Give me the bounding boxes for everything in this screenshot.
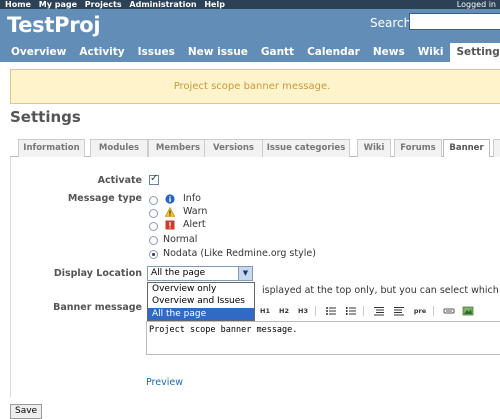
display-location-select[interactable]: All the page ▼: [147, 266, 253, 281]
display-location-label: Display Location: [53, 268, 142, 279]
message-type-normal-label: Normal: [163, 234, 198, 245]
toolbar-h2-button[interactable]: H2: [277, 304, 291, 318]
save-button[interactable]: Save: [10, 404, 43, 419]
activate-checkbox[interactable]: ✓: [149, 173, 159, 185]
display-location-dropdown: Overview only Overview and Issues All th…: [147, 282, 255, 321]
settings-tab-versions[interactable]: Versions: [204, 139, 263, 157]
message-type-nodata-label: Nodata (Like Redmine.org style): [163, 248, 316, 259]
message-type-warn-label: Warn: [183, 206, 208, 217]
settings-tab-members[interactable]: Members: [148, 139, 208, 157]
bulleted-list-icon[interactable]: [324, 304, 338, 318]
banner-message-label: Banner message: [53, 302, 142, 313]
toolbar-separator: [433, 306, 434, 316]
tab-news[interactable]: News: [367, 43, 411, 62]
activate-label: Activate: [97, 175, 142, 186]
tab-settings[interactable]: Settings: [450, 43, 500, 62]
toolbar-separator: [363, 306, 364, 316]
unquote-icon[interactable]: [392, 304, 406, 318]
quote-icon[interactable]: [372, 304, 386, 318]
settings-tab-banner[interactable]: Banner: [443, 139, 490, 158]
toolbar-h1-button[interactable]: H1: [258, 304, 272, 318]
tab-issues[interactable]: Issues: [132, 43, 181, 62]
top-menu-help[interactable]: Help: [204, 0, 225, 9]
message-type-info-radio[interactable]: [149, 196, 158, 205]
toolbar-h3-button[interactable]: H3: [296, 304, 310, 318]
settings-tab-wiki[interactable]: Wiki: [357, 139, 391, 157]
top-menu-administration[interactable]: Administration: [129, 0, 196, 9]
alert-icon: [165, 220, 175, 230]
tab-activity[interactable]: Activity: [73, 43, 130, 62]
tab-calendar[interactable]: Calendar: [301, 43, 366, 62]
message-type-alert-label: Alert: [183, 219, 206, 230]
image-icon[interactable]: [461, 304, 475, 318]
display-location-selected: All the page: [151, 268, 206, 278]
logged-in-text: Logged in: [456, 0, 496, 9]
checkmark-icon: ✓: [150, 173, 159, 184]
message-type-alert-radio[interactable]: [149, 222, 158, 231]
toolbar-separator: [315, 306, 316, 316]
toolbar-pre-button[interactable]: pre: [411, 304, 429, 318]
settings-tab-overflow[interactable]: [493, 139, 500, 157]
numbered-list-icon[interactable]: [344, 304, 358, 318]
settings-tabs: Information Modules Members Versions Iss…: [10, 138, 500, 158]
link-icon[interactable]: [442, 304, 456, 318]
tab-gantt[interactable]: Gantt: [255, 43, 300, 62]
top-menu-my-page[interactable]: My page: [39, 0, 77, 9]
message-type-normal-radio[interactable]: [149, 236, 158, 245]
top-menu-home[interactable]: Home: [5, 0, 31, 9]
dropdown-option-all-the-page[interactable]: All the page: [148, 307, 254, 320]
message-type-nodata-radio[interactable]: [149, 250, 158, 259]
project-title[interactable]: TestProj: [7, 13, 101, 37]
settings-tab-information[interactable]: Information: [18, 139, 85, 157]
tab-wiki[interactable]: Wiki: [412, 43, 450, 62]
message-type-label: Message type: [67, 193, 142, 204]
top-menu-projects[interactable]: Projects: [85, 0, 122, 9]
settings-tab-modules[interactable]: Modules: [90, 139, 148, 157]
top-menu: Home My page Projects Administration Hel…: [0, 0, 500, 9]
dropdown-option-overview-only[interactable]: Overview only: [148, 283, 254, 295]
main-menu: Overview Activity Issues New issue Gantt Cale…: [5, 43, 500, 62]
settings-tab-issue-categories[interactable]: Issue categories: [262, 139, 350, 157]
project-banner: Project scope banner message.: [10, 69, 500, 104]
preview-link[interactable]: Preview: [146, 377, 183, 388]
banner-message-textarea[interactable]: Project scope banner message.: [146, 321, 500, 355]
info-icon: [165, 194, 175, 204]
page-title: Settings: [10, 108, 81, 126]
display-location-help: isplayed at the top only, but you can se…: [262, 285, 500, 296]
tab-overview[interactable]: Overview: [5, 43, 72, 62]
message-type-info-label: Info: [183, 193, 201, 204]
message-type-warn-radio[interactable]: [149, 209, 158, 218]
dropdown-option-overview-and-issues[interactable]: Overview and Issues: [148, 295, 254, 307]
search-input[interactable]: [409, 13, 500, 30]
chevron-down-icon[interactable]: ▼: [238, 267, 252, 280]
warning-icon: [165, 207, 175, 217]
settings-tab-forums[interactable]: Forums: [394, 139, 442, 157]
tab-new-issue[interactable]: New issue: [182, 43, 254, 62]
